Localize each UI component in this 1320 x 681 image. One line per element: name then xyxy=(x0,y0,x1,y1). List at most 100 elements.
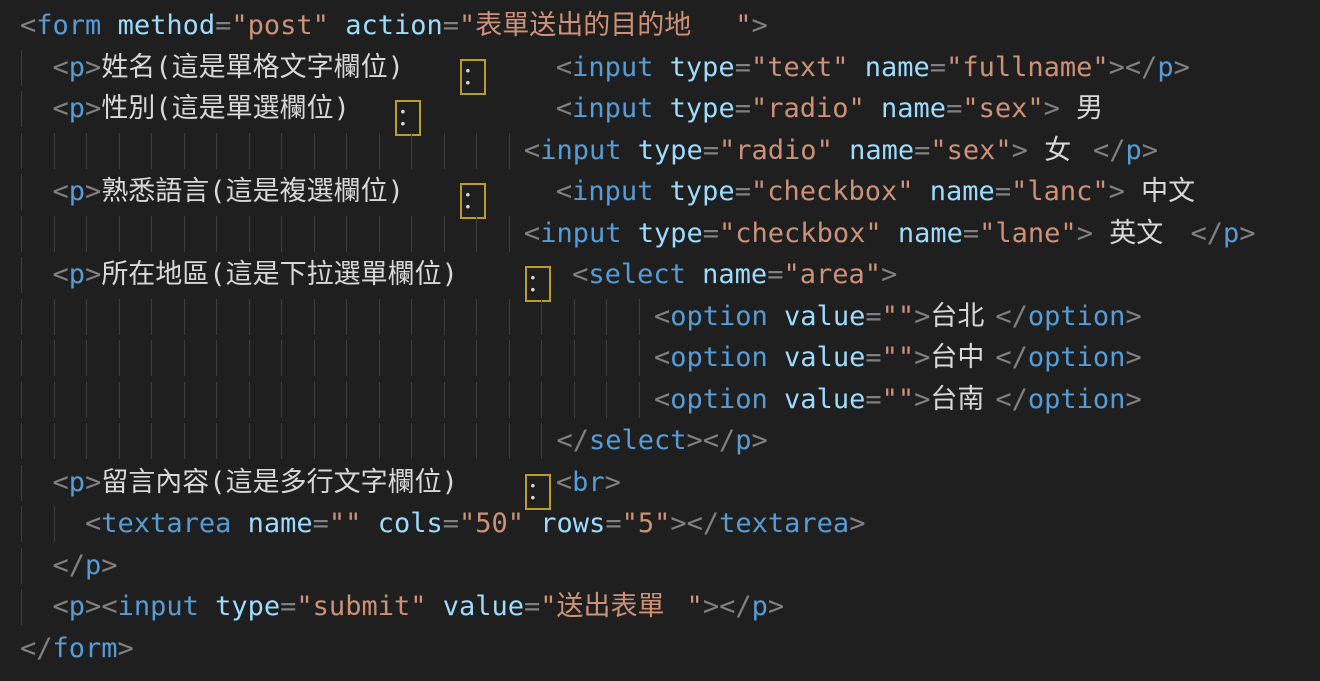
indent-guide xyxy=(54,133,55,169)
code-token: = xyxy=(215,10,231,41)
code-whitespace xyxy=(426,591,442,622)
code-token: < xyxy=(524,135,540,166)
code-line-10[interactable]: <option value="">台南</option> xyxy=(0,379,1320,421)
indent-guide xyxy=(444,382,445,418)
indent-guide xyxy=(184,216,185,252)
code-token: 性別(這是單選欄位) xyxy=(101,88,394,130)
code-line-1[interactable]: <form method="post" action="表單送出的目的地"> xyxy=(0,5,1320,47)
code-whitespace xyxy=(653,93,669,124)
code-line-13[interactable]: <textarea name="" cols="50" rows="5"></t… xyxy=(0,503,1320,545)
code-line-3[interactable]: <p>性別(這是單選欄位)： <input type="radio" name=… xyxy=(0,88,1320,130)
indent-guide xyxy=(21,506,22,542)
code-line-5[interactable]: <p>熟悉語言(這是複選欄位)： <input type="checkbox" … xyxy=(0,171,1320,213)
indent-guide xyxy=(151,423,152,459)
indent-guide xyxy=(249,382,250,418)
indent-guide xyxy=(151,340,152,376)
code-token: option xyxy=(1028,342,1126,373)
code-line-8[interactable]: <option value="">台北</option> xyxy=(0,296,1320,338)
indent-guide xyxy=(379,382,380,418)
indent-guide xyxy=(216,299,217,335)
code-line-11[interactable]: </select></p> xyxy=(0,420,1320,462)
code-line-16[interactable]: </form> xyxy=(0,628,1320,670)
code-token: = xyxy=(865,301,881,332)
code-token: > xyxy=(1174,52,1190,83)
code-token: = xyxy=(443,508,459,539)
code-token: > xyxy=(914,342,930,373)
code-token: = xyxy=(767,259,783,290)
code-token: 台北 xyxy=(930,296,995,338)
code-token: < xyxy=(572,259,588,290)
code-token: name xyxy=(881,93,946,124)
code-token: > xyxy=(670,508,686,539)
indent-guide xyxy=(21,91,22,127)
indent-guide xyxy=(21,382,22,418)
indent-guide xyxy=(411,340,412,376)
indent-guide xyxy=(314,299,315,335)
code-token: > xyxy=(1109,176,1125,207)
indent-guide xyxy=(476,423,477,459)
code-token: </ xyxy=(20,633,53,664)
code-line-12[interactable]: <p>留言內容(這是多行文字欄位)：<br> xyxy=(0,462,1320,504)
code-token: > xyxy=(703,591,719,622)
code-token: = xyxy=(280,591,296,622)
indent-guide xyxy=(249,340,250,376)
indent-guide xyxy=(379,216,380,252)
indent-guide xyxy=(346,382,347,418)
code-token: "" xyxy=(882,342,915,373)
code-token: < xyxy=(53,176,69,207)
indent-guide xyxy=(21,423,22,459)
code-line-4[interactable]: <input type="radio" name="sex"> 女 </p> xyxy=(0,130,1320,172)
code-token: option xyxy=(1028,301,1126,332)
code-line-2[interactable]: <p>姓名(這是單格文字欄位)： <input type="text" name… xyxy=(0,47,1320,89)
code-line-7[interactable]: <p>所在地區(這是下拉選單欄位)： <select name="area"> xyxy=(0,254,1320,296)
code-editor[interactable]: <form method="post" action="表單送出的目的地"> <… xyxy=(0,0,1320,681)
indent-guide xyxy=(606,340,607,376)
code-token: > xyxy=(881,259,897,290)
code-token: p xyxy=(735,425,751,456)
code-token: > xyxy=(849,508,865,539)
code-token: " xyxy=(687,591,703,622)
code-token: p xyxy=(1223,218,1239,249)
code-token: type xyxy=(670,52,735,83)
code-token: < xyxy=(85,508,101,539)
code-token: = xyxy=(524,591,540,622)
code-token: > xyxy=(914,384,930,415)
code-token: > xyxy=(101,550,117,581)
indent-guide xyxy=(346,340,347,376)
code-token: > xyxy=(1109,52,1125,83)
code-token: > xyxy=(1044,93,1060,124)
code-token: "50" xyxy=(459,508,524,539)
code-token: < xyxy=(654,384,670,415)
code-line-6[interactable]: <input type="checkbox" name="lane"> 英文 <… xyxy=(0,213,1320,255)
indent-guide xyxy=(411,216,412,252)
indent-guide xyxy=(54,423,55,459)
code-token: p xyxy=(69,467,85,498)
indent-guide xyxy=(541,423,542,459)
code-line-14[interactable]: </p> xyxy=(0,545,1320,587)
indent-guide xyxy=(476,216,477,252)
indent-guide xyxy=(444,423,445,459)
code-line-9[interactable]: <option value="">台中</option> xyxy=(0,337,1320,379)
indent-guide xyxy=(119,216,120,252)
code-token: input xyxy=(572,52,653,83)
indent-guide xyxy=(86,133,87,169)
code-token: form xyxy=(36,10,101,41)
code-whitespace xyxy=(491,52,556,83)
code-token: < xyxy=(654,342,670,373)
indent-guide xyxy=(574,299,575,335)
code-whitespace xyxy=(20,135,524,166)
indent-guide xyxy=(574,382,575,418)
code-token: < xyxy=(524,218,540,249)
code-token: p xyxy=(69,259,85,290)
code-whitespace xyxy=(882,218,898,249)
indent-guide xyxy=(54,382,55,418)
code-line-15[interactable]: <p><input type="submit" value="送出表單"></p… xyxy=(0,586,1320,628)
code-token: value xyxy=(784,384,865,415)
indent-guide xyxy=(184,340,185,376)
code-token: > xyxy=(118,633,134,664)
indent-guide xyxy=(639,340,640,376)
code-whitespace xyxy=(231,508,247,539)
code-token: "submit" xyxy=(296,591,426,622)
code-token: > xyxy=(1077,218,1093,249)
code-token: " xyxy=(459,10,475,41)
